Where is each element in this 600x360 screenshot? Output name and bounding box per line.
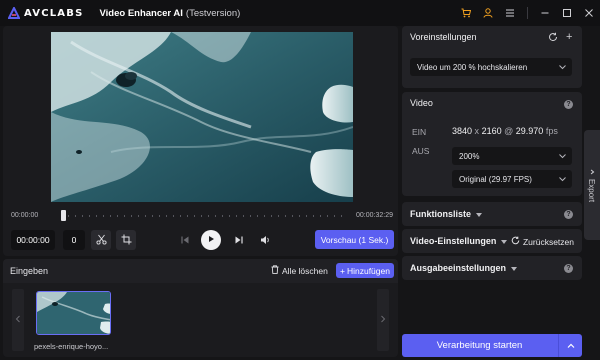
caret-down-icon [501, 239, 508, 244]
fps-value: 29.970 [515, 126, 544, 136]
chevron-up-icon[interactable] [560, 334, 582, 357]
plus-icon: + [340, 265, 345, 276]
fps-unit: fps [545, 126, 558, 136]
logo-icon [7, 5, 21, 19]
start-processing-button[interactable]: Verarbeitung starten [402, 334, 582, 357]
output-settings-title: Ausgabeeinstellungen [410, 263, 518, 273]
next-frame-icon[interactable] [233, 234, 245, 246]
start-divider [558, 334, 559, 357]
video-settings-title: Video-Einstellungen [410, 236, 508, 246]
minimize-icon[interactable] [540, 8, 550, 18]
timeline-track[interactable] [61, 215, 343, 217]
menu-icon[interactable] [505, 8, 515, 18]
output-settings-label: Ausgabeeinstellungen [410, 263, 507, 273]
res-height: 2160 [481, 126, 502, 136]
play-icon [207, 235, 215, 245]
input-panel: Eingeben Alle löschen + Hinzufügen pexel… [3, 259, 398, 357]
input-label: EIN [412, 127, 427, 137]
help-icon[interactable]: ? [564, 210, 573, 219]
preview-button[interactable]: Vorschau (1 Sek.) [315, 230, 394, 249]
close-icon[interactable] [584, 8, 594, 18]
clip-thumbnail[interactable] [36, 291, 111, 335]
functions-label: Funktionsliste [410, 209, 472, 219]
volume-icon[interactable] [259, 234, 271, 246]
functions-card[interactable]: Funktionsliste ? [402, 202, 582, 226]
timeline-playhead[interactable] [61, 210, 66, 221]
presets-card: Voreinstellungen + Video um 200 % hochsk… [402, 26, 582, 88]
user-icon[interactable] [483, 8, 493, 18]
timeline[interactable]: 00:00:00 00:00:32:29 [11, 209, 393, 223]
scale-selected: 200% [459, 151, 480, 161]
trash-icon [271, 265, 279, 276]
add-preset-icon[interactable]: + [566, 31, 572, 43]
crop-icon [121, 234, 132, 247]
scroll-left-button[interactable] [12, 289, 24, 351]
framerate-select[interactable]: Original (29.97 FPS) [452, 170, 572, 188]
caret-down-icon [476, 212, 483, 217]
framerate-selected: Original (29.97 FPS) [459, 174, 532, 184]
titlebar-divider [527, 7, 528, 19]
title-bar: AVCLABS Video Enhancer AI (Testversion) [0, 0, 600, 26]
res-at: @ [504, 126, 514, 136]
input-title: Eingeben [10, 266, 49, 276]
help-icon[interactable]: ? [564, 264, 573, 273]
caret-down-icon [511, 266, 518, 271]
clip-filename: pexels-enrique-hoyo... [34, 342, 109, 351]
add-button[interactable]: + Hinzufügen [336, 263, 394, 278]
video-settings-label: Video-Einstellungen [410, 236, 497, 246]
preview-panel: 00:00:00 00:00:32:29 00:00:00 0 Vorschau… [3, 26, 398, 256]
reset-label: Zurücksetzen [522, 236, 574, 247]
help-icon[interactable]: ? [564, 100, 573, 109]
clear-all-label: Alle löschen [282, 265, 328, 276]
refresh-icon[interactable] [548, 32, 558, 44]
start-label: Verarbeitung starten [436, 340, 523, 351]
functions-title: Funktionsliste [410, 209, 483, 219]
app-logo: AVCLABS [7, 5, 84, 19]
preset-selected: Video um 200 % hochskalieren [417, 62, 528, 72]
reset-button[interactable]: Zurücksetzen [511, 236, 574, 247]
cut-button[interactable] [91, 230, 111, 250]
crop-button[interactable] [116, 230, 136, 250]
input-resolution: 3840 x 2160 @ 29.970 fps [452, 126, 558, 136]
play-button[interactable] [201, 230, 221, 250]
chevron-up-icon [588, 168, 597, 174]
maximize-icon[interactable] [562, 8, 572, 18]
add-label: Hinzufügen [346, 265, 390, 276]
chevron-left-icon [15, 315, 21, 325]
app-title-text: Video Enhancer AI [99, 7, 183, 19]
preset-select[interactable]: Video um 200 % hochskalieren [410, 58, 572, 76]
export-tab-content: Export [587, 168, 597, 202]
chevron-down-icon [559, 63, 566, 72]
previous-frame-icon[interactable] [179, 234, 191, 246]
timeline-end-time: 00:00:32:29 [356, 212, 393, 219]
cart-icon[interactable] [461, 8, 471, 18]
scissors-icon [95, 234, 107, 247]
export-label: Export [587, 178, 597, 202]
scale-select[interactable]: 200% [452, 147, 572, 165]
input-header: Eingeben Alle löschen + Hinzufügen [3, 259, 398, 283]
output-label: AUS [412, 146, 430, 156]
player-controls: 00:00:00 0 Vorschau (1 Sek.) [11, 230, 395, 250]
res-x: x [474, 126, 480, 136]
video-preview [51, 32, 353, 202]
export-tab[interactable]: Export [584, 130, 600, 240]
reset-icon [511, 236, 520, 247]
chevron-down-icon [559, 152, 566, 161]
chevron-down-icon [559, 175, 566, 184]
frame-field[interactable]: 0 [63, 230, 85, 250]
video-settings-card[interactable]: Video-Einstellungen Zurücksetzen [402, 229, 582, 253]
chevron-right-icon [380, 315, 386, 325]
res-width: 3840 [452, 126, 473, 136]
output-settings-card[interactable]: Ausgabeeinstellungen ? [402, 256, 582, 280]
app-edition: (Testversion) [185, 7, 241, 19]
timeline-start-time: 00:00:00 [11, 212, 39, 219]
video-card: Video ? EIN 3840 x 2160 @ 29.970 fps AUS… [402, 92, 582, 196]
current-time-field[interactable]: 00:00:00 [11, 230, 55, 250]
clear-all-button[interactable]: Alle löschen [271, 265, 328, 276]
video-title: Video [410, 98, 433, 108]
app-title: Video Enhancer AI (Testversion) [99, 8, 240, 19]
scroll-right-button[interactable] [377, 289, 389, 351]
presets-title: Voreinstellungen [410, 32, 477, 42]
brand-name: AVCLABS [24, 7, 84, 19]
